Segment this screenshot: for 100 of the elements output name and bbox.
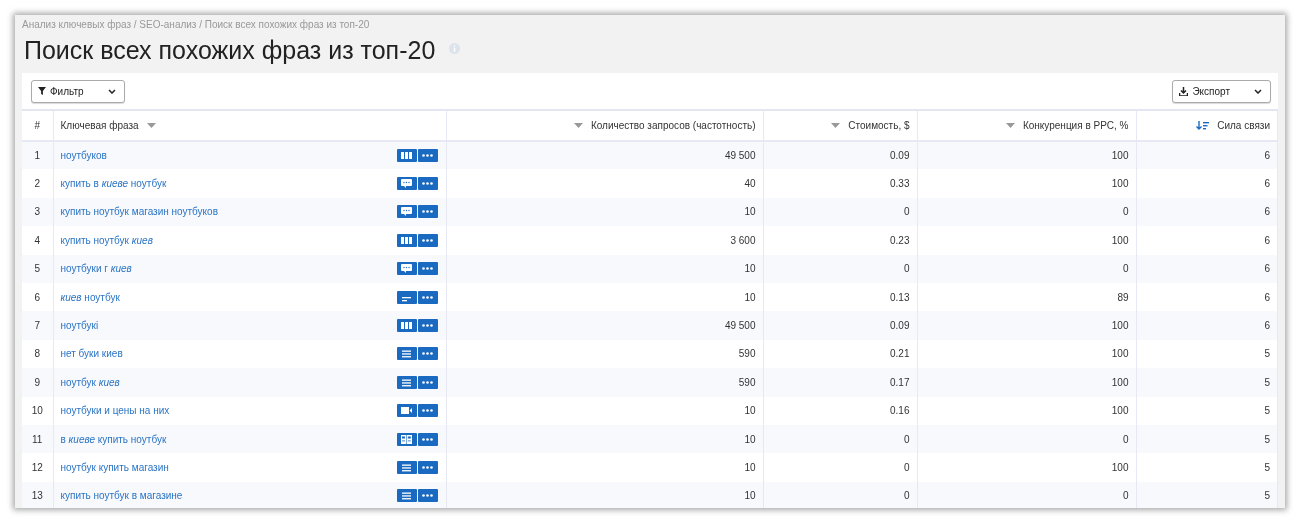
more-icon[interactable] xyxy=(417,461,438,474)
table-cell: 49 500 xyxy=(724,150,756,162)
sort-caret-icon[interactable] xyxy=(1005,122,1015,129)
more-icon[interactable] xyxy=(417,233,438,247)
column-header[interactable]: Конкуренция в PPC, % xyxy=(1022,118,1129,134)
chat-icon[interactable] xyxy=(396,205,417,219)
more-icon[interactable] xyxy=(417,205,438,219)
row-number: 8 xyxy=(34,348,41,360)
table-cell: 100 xyxy=(1111,348,1129,360)
sort-caret-icon[interactable] xyxy=(146,122,156,129)
keyword-link[interactable]: ноутбуков xyxy=(60,148,107,164)
row-number: 2 xyxy=(34,178,41,190)
table-cell: 100 xyxy=(1111,178,1129,190)
table-cell: 0.16 xyxy=(890,405,910,417)
columns-icon[interactable] xyxy=(396,149,417,163)
columns-icon[interactable] xyxy=(396,319,417,333)
columns-icon[interactable] xyxy=(396,233,417,247)
table-cell: 6 xyxy=(1264,320,1270,332)
row-number: 12 xyxy=(31,462,43,473)
table-cell: 0 xyxy=(903,433,910,445)
chevron-icon xyxy=(107,88,116,94)
video-icon[interactable] xyxy=(396,404,417,418)
table-cell: 0.21 xyxy=(890,348,910,360)
images-icon[interactable] xyxy=(396,432,417,446)
keyword-link[interactable]: купить в киеве ноутбук xyxy=(60,176,167,192)
table-cell: 100 xyxy=(1111,462,1129,473)
keyword-link[interactable]: нет буки киев xyxy=(60,346,123,362)
sort-caret-icon[interactable] xyxy=(573,122,583,129)
download-icon xyxy=(1179,86,1189,96)
more-icon[interactable] xyxy=(417,404,438,418)
more-icon[interactable] xyxy=(417,347,438,361)
list-icon[interactable] xyxy=(396,375,417,389)
keyword-link[interactable]: купить ноутбук в магазине xyxy=(60,488,183,504)
table-cell: 0 xyxy=(1122,206,1129,218)
table-cell: 10 xyxy=(744,433,756,445)
more-icon[interactable] xyxy=(417,149,438,163)
keyword-link[interactable]: ноутбук киев xyxy=(60,374,120,390)
column-header[interactable]: Количество запросов (частотность) xyxy=(590,118,756,134)
column-header[interactable]: # xyxy=(34,118,41,133)
table-cell: 3 600 xyxy=(730,234,756,246)
table-cell: 5 xyxy=(1264,348,1270,360)
sort-caret-icon[interactable] xyxy=(831,122,841,129)
table-cell: 0 xyxy=(903,263,910,275)
row-number: 9 xyxy=(34,376,41,388)
table-cell: 100 xyxy=(1111,320,1129,332)
table-cell: 10 xyxy=(744,206,756,218)
keyword-link[interactable]: купить ноутбук киев xyxy=(60,232,153,248)
more-icon[interactable] xyxy=(417,432,438,446)
column-header[interactable]: Стоимость, $ xyxy=(848,118,910,134)
breadcrumb: Анализ ключевых фраз / SEO-анализ / Поиск всех похожих фраз из топ-20 xyxy=(22,19,371,31)
sort-descending-icon[interactable] xyxy=(1196,120,1210,130)
table-cell: 0.09 xyxy=(890,150,910,162)
table-cell: 5 xyxy=(1264,490,1270,502)
table-cell: 0 xyxy=(1122,433,1129,445)
list-icon[interactable] xyxy=(396,347,417,361)
more-icon[interactable] xyxy=(417,262,438,276)
table-cell: 0 xyxy=(903,206,910,218)
keyword-link[interactable]: в киеве купить ноутбук xyxy=(60,431,167,447)
row-number: 7 xyxy=(34,320,41,332)
table-cell: 5 xyxy=(1264,376,1270,388)
more-icon[interactable] xyxy=(417,319,438,333)
info-icon xyxy=(449,42,461,54)
table-cell: 100 xyxy=(1111,234,1129,246)
more-icon[interactable] xyxy=(417,290,438,304)
keyword-link[interactable]: ноутбукі xyxy=(60,318,99,334)
keyword-link[interactable]: ноутбук купить магазин xyxy=(60,460,169,475)
table-cell: 100 xyxy=(1111,405,1129,417)
table-cell: 6 xyxy=(1264,150,1270,162)
column-header[interactable]: Сила связи xyxy=(1217,117,1270,133)
table-cell: 40 xyxy=(744,178,756,190)
keyword-link[interactable]: киев ноутбук xyxy=(60,289,120,305)
table-cell: 590 xyxy=(738,376,756,388)
table-cell: 10 xyxy=(744,490,756,502)
table-cell: 0 xyxy=(903,490,910,502)
column-header[interactable]: Ключевая фраза xyxy=(60,118,139,133)
table-cell: 89 xyxy=(1117,291,1129,303)
table-cell: 0.23 xyxy=(890,234,910,246)
export-button[interactable]: Экспорт xyxy=(1172,79,1271,103)
table-cell: 0.13 xyxy=(890,291,910,303)
row-number: 10 xyxy=(31,405,43,417)
keyword-link[interactable]: ноутбуки и цены на них xyxy=(60,403,170,419)
more-icon[interactable] xyxy=(417,489,438,503)
chevron-icon xyxy=(1254,88,1262,94)
more-icon[interactable] xyxy=(417,375,438,389)
table-cell: 590 xyxy=(738,348,756,360)
keyword-link[interactable]: ноутбуки г киев xyxy=(60,261,132,277)
table-cell: 5 xyxy=(1264,433,1270,445)
list-icon[interactable] xyxy=(396,461,417,474)
list-icon[interactable] xyxy=(396,489,417,503)
table-cell: 10 xyxy=(744,462,756,473)
row-number: 4 xyxy=(34,234,41,246)
chat-icon[interactable] xyxy=(396,177,417,191)
more-icon[interactable] xyxy=(417,177,438,191)
row-number: 1 xyxy=(34,150,41,162)
chat-icon[interactable] xyxy=(396,262,417,276)
lines-icon[interactable] xyxy=(396,290,417,304)
table-cell: 100 xyxy=(1111,150,1129,162)
row-number: 6 xyxy=(34,291,41,303)
table-cell: 0 xyxy=(1122,263,1129,275)
filter-button[interactable]: Фильтр xyxy=(31,79,125,103)
